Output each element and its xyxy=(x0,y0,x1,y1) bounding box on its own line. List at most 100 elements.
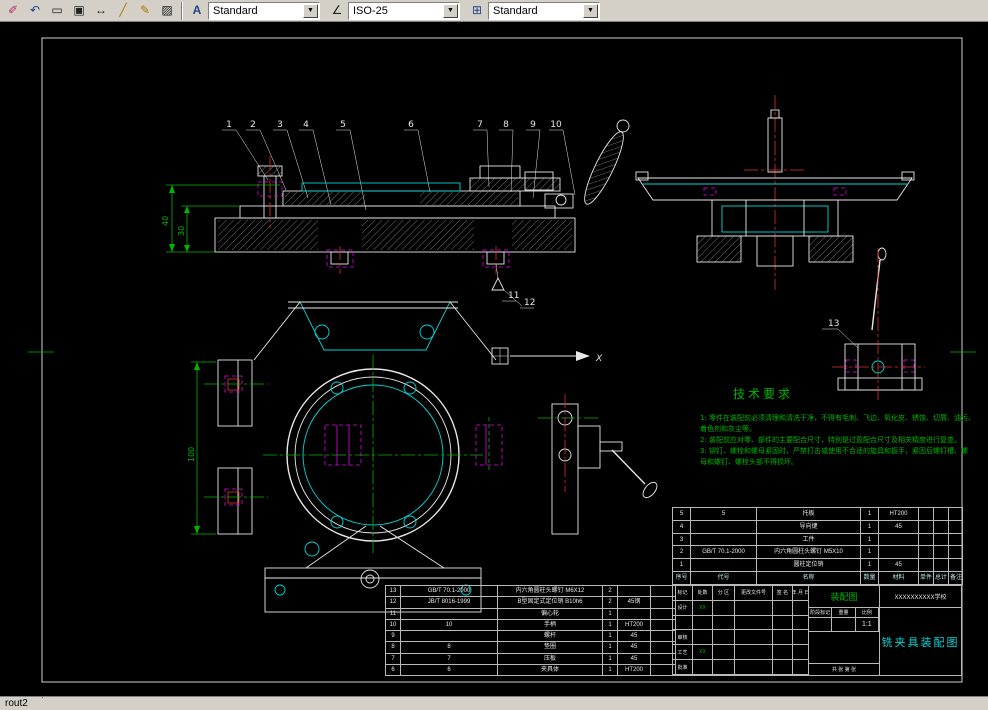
titleblock-cell xyxy=(773,645,793,661)
weight-label: 重量 xyxy=(832,608,856,617)
stretch-icon: ↔ xyxy=(95,3,107,17)
titleblock-cell xyxy=(793,600,809,616)
layout-tab[interactable]: rout2 xyxy=(0,697,43,710)
dim-40-text: 40 xyxy=(161,216,170,226)
stage-label: 阶段标记 xyxy=(809,608,833,617)
rectangle-icon: ▭ xyxy=(51,3,63,17)
titleblock-cell xyxy=(773,630,793,646)
titleblock-cell: 批准 xyxy=(673,660,693,675)
dim-style-icon: ∠ xyxy=(331,3,343,17)
side-view xyxy=(635,95,915,290)
section-view: 1 2 3 4 5 6 7 8 9 10 40 30 11 12 xyxy=(161,119,630,309)
bom-row: 10 10 手柄 1 HT200 xyxy=(385,618,676,632)
titleblock-spacer xyxy=(809,632,879,664)
x-axis-label: X xyxy=(595,354,603,364)
callout-10: 10 xyxy=(550,120,562,130)
rectangle-button[interactable]: ▭ xyxy=(46,1,68,20)
sheets-label: 共 张 第 张 xyxy=(831,667,857,673)
dim-style-button[interactable]: ∠ xyxy=(326,1,348,20)
titleblock-right: XXXXXXXXXX学校 铣夹具装配图 xyxy=(879,586,961,675)
titleblock-stage-header: 阶段标记 重量 比例 xyxy=(809,608,879,618)
match-properties-icon: ✐ xyxy=(7,3,19,17)
line-icon: ╱ xyxy=(119,3,127,17)
titleblock-cell: 年 月 日 xyxy=(793,586,809,601)
titleblock-stage-values: 1:1 xyxy=(809,618,879,632)
dim-style-value: ISO-25 xyxy=(353,4,388,17)
table-style-combo[interactable]: Standard ▼ xyxy=(488,1,600,20)
callout-1: 1 xyxy=(226,120,232,130)
undo-button[interactable]: ↶ xyxy=(24,1,46,20)
titleblock-cell xyxy=(735,630,773,646)
text-style-icon: A xyxy=(192,3,202,17)
table-style-icon: ⊞ xyxy=(471,3,483,17)
table-style-button[interactable]: ⊞ xyxy=(466,1,488,20)
line-button[interactable]: ╱ xyxy=(112,1,134,20)
copy-button[interactable]: ▣ xyxy=(68,1,90,20)
titleblock-cell xyxy=(693,630,713,646)
callout-12: 12 xyxy=(524,298,535,308)
scale-label: 比例 xyxy=(856,608,879,617)
callout-7: 7 xyxy=(477,120,483,130)
tech-requirements-title: 技术要求 xyxy=(733,387,793,401)
status-bar: rout2 xyxy=(0,696,988,710)
main-toolbar: ✐ ↶ ▭ ▣ ↔ ╱ ✎ ▨ A Standard ▼ ∠ ISO-25 ▼ … xyxy=(0,0,988,22)
titleblock-cell xyxy=(713,630,735,646)
tech-line-4: 3: 铆钉、螺栓和螺母紧固时，严禁打击或使用不合适的旋具和扳手，紧固后螺钉槽、螺 xyxy=(700,446,968,455)
titleblock-cell: 处数 xyxy=(693,586,713,601)
bom-row: 4 导向键 1 45 xyxy=(672,519,963,534)
detail-view: 13 xyxy=(822,247,925,400)
titleblock-cell xyxy=(713,645,735,661)
titleblock-cell xyxy=(793,660,809,675)
toolbar-separator xyxy=(181,1,183,20)
titleblock-revision-grid: 标记处数分 区更改文件号签 名年 月 日设计XX审核工艺XX批准 xyxy=(673,586,809,675)
pencil-icon: ✎ xyxy=(139,3,151,17)
bom-row: 9 螺杆 1 45 xyxy=(385,629,676,643)
drawing-type-label: 装配图 xyxy=(809,586,879,608)
titleblock-cell xyxy=(713,600,735,616)
match-properties-button[interactable]: ✐ xyxy=(2,1,24,20)
titleblock-cell xyxy=(693,660,713,675)
callout-6: 6 xyxy=(408,120,414,130)
text-style-dropdown-arrow-icon[interactable]: ▼ xyxy=(303,3,318,18)
callout-3: 3 xyxy=(277,120,283,130)
dim-style-dropdown-arrow-icon[interactable]: ▼ xyxy=(443,3,458,18)
callout-labels: 1 2 3 4 5 6 7 8 9 10 xyxy=(222,120,576,211)
callout-11: 11 xyxy=(508,291,519,301)
text-style-button[interactable]: A xyxy=(186,1,208,20)
callout-5: 5 xyxy=(340,120,346,130)
titleblock-cell: 分 区 xyxy=(713,586,735,601)
tech-line-3: 2: 装配前应对零、部件的主要配合尺寸，特别是过盈配合尺寸及相关精度进行复查。 xyxy=(700,435,961,444)
clamp-handle xyxy=(584,119,630,205)
callout-13: 13 xyxy=(828,319,839,329)
titleblock-cell xyxy=(773,615,793,631)
bom-row: 7 7 压板 1 45 xyxy=(385,652,676,665)
titleblock-cell xyxy=(793,630,809,646)
bom-row: 1 圆柱定位销 1 45 xyxy=(672,558,963,573)
polyline-button[interactable]: ✎ xyxy=(134,1,156,20)
titleblock-cell: 签 名 xyxy=(773,586,793,601)
text-style-combo[interactable]: Standard ▼ xyxy=(208,1,320,20)
front-view: 100 xyxy=(187,301,658,613)
hatch-button[interactable]: ▨ xyxy=(156,1,178,20)
bom-row: 3 工件 1 xyxy=(672,532,963,547)
titleblock-cell: 工艺 xyxy=(673,645,693,661)
technical-requirements: 技术要求 1: 零件在装配前必须清理和清洗干净，不得有毛刺、飞边、氧化皮、锈蚀、… xyxy=(700,387,975,466)
titleblock-cell xyxy=(773,600,793,616)
titleblock-cell: XX xyxy=(693,645,713,661)
stage-value xyxy=(809,618,833,631)
bom-row: 12 JB/T 8016-1999 B型固定式定位销 B10h6 2 45钢 xyxy=(385,596,676,609)
table-style-value: Standard xyxy=(493,4,538,17)
layout-tab-label: rout2 xyxy=(5,698,28,709)
cad-application-window: ✐ ↶ ▭ ▣ ↔ ╱ ✎ ▨ A Standard ▼ ∠ ISO-25 ▼ … xyxy=(0,0,988,710)
table-style-dropdown-arrow-icon[interactable]: ▼ xyxy=(583,3,598,18)
dim-style-combo[interactable]: ISO-25 ▼ xyxy=(348,1,460,20)
scale-value: 1:1 xyxy=(856,618,879,631)
bom-row: 11 偏心轮 1 xyxy=(385,607,676,620)
bom-table-lower: 13 GB/T 70.1-2000 内六角圆柱头螺钉 M6X12 2 12 JB/T 80… xyxy=(385,584,676,677)
stretch-button[interactable]: ↔ xyxy=(90,1,112,20)
titleblock-cell: XX xyxy=(693,600,713,616)
bom-table-upper: 5 5 托板 1 HT200 4 导向键 1 45 3 工件 1 2 GB/T 70.1-2000 内六角圆… xyxy=(672,507,963,585)
titleblock-cell xyxy=(713,615,735,631)
drawing-canvas[interactable]: 1 2 3 4 5 6 7 8 9 10 40 30 11 12 13 100 … xyxy=(0,22,988,696)
dim-100-text: 100 xyxy=(187,447,196,462)
